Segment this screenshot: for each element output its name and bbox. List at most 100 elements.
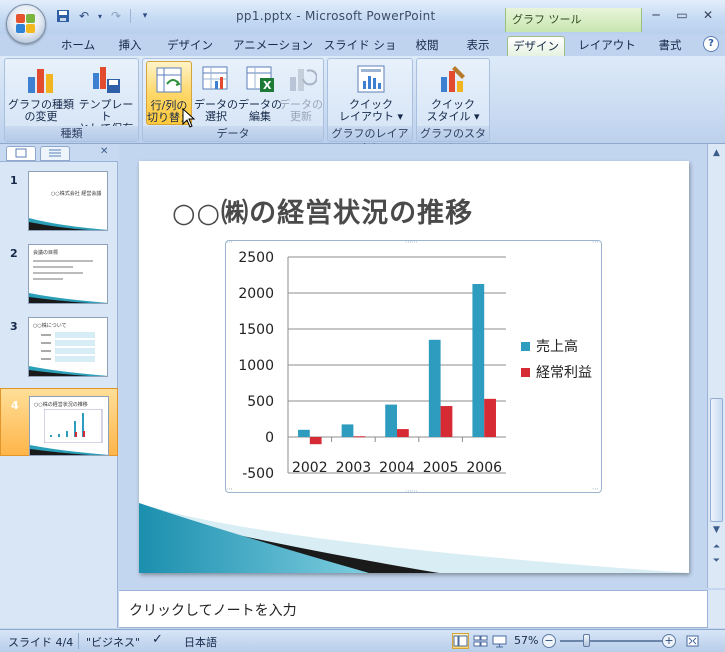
notes-pane[interactable]: クリックしてノートを入力 <box>119 590 707 628</box>
scroll-down-icon[interactable]: ▼ <box>711 525 722 536</box>
bar-chart[interactable]: 2500 2000 1500 1000 500 0 -500 2002 2003 2004 2005… <box>226 241 603 494</box>
y-tick-label: 500 <box>247 394 274 410</box>
mouse-cursor-icon <box>182 108 196 128</box>
slide-title[interactable]: ○○㈱の経営状況の推移 <box>172 191 473 230</box>
bar <box>309 437 322 445</box>
bar <box>353 436 366 438</box>
tab-chart-format[interactable]: 書式 <box>648 36 692 56</box>
x-tick-label: 2003 <box>336 460 372 476</box>
legend-swatch <box>521 368 530 377</box>
bar <box>298 429 310 437</box>
x-tick-label: 2005 <box>423 460 459 476</box>
slide-sorter-icon[interactable] <box>472 633 489 649</box>
normal-view-icon[interactable] <box>452 633 469 649</box>
group-chart-style: クイック スタイル ▾ グラフのスタイル <box>416 58 490 155</box>
quick-style-icon <box>437 63 469 95</box>
resize-handle[interactable]: ⋯ <box>226 239 233 246</box>
y-tick-label: 0 <box>265 430 274 446</box>
resize-handle[interactable]: ⋯⋯ <box>405 239 418 246</box>
save-icon[interactable] <box>54 8 72 24</box>
fit-to-window-icon[interactable] <box>684 633 701 649</box>
save-template-button[interactable]: テンプレート として保存 <box>75 61 137 135</box>
select-data-icon <box>200 63 232 95</box>
office-button[interactable] <box>6 4 46 44</box>
y-tick-label: 1500 <box>238 322 274 338</box>
zoom-slider[interactable] <box>560 640 664 642</box>
quick-style-button[interactable]: クイック スタイル ▾ <box>420 61 486 125</box>
tab-slideshow[interactable]: スライド ショー <box>318 36 402 70</box>
tab-review[interactable]: 校閲 <box>407 36 447 56</box>
refresh-data-button: データの 更新 <box>278 61 324 125</box>
tab-home[interactable]: ホーム <box>52 36 104 56</box>
slide-counter: スライド 4/4 <box>8 636 74 649</box>
vertical-scrollbar[interactable]: ▲ ▼ ⏶ ⏷ <box>707 144 725 588</box>
slides-tab[interactable] <box>6 146 36 161</box>
bar <box>397 429 409 437</box>
zoom-slider-knob[interactable] <box>583 634 590 647</box>
group-data: 行/列の 切り替え データの 選択 X データの 編集 データの 更新 データ <box>142 58 324 142</box>
maximize-icon[interactable]: ▭ <box>671 6 693 24</box>
bar <box>440 406 453 437</box>
undo-dropdown-icon[interactable]: ▾ <box>96 8 104 24</box>
bar <box>385 404 397 437</box>
edit-data-icon: X <box>244 63 276 95</box>
next-slide-icon[interactable]: ⏷ <box>711 556 722 567</box>
scroll-up-icon[interactable]: ▲ <box>711 148 722 159</box>
resize-handle[interactable]: ⋯ <box>592 486 599 493</box>
status-bar: スライド 4/4 "ビジネス" ✓ 日本語 57% − + <box>0 629 725 652</box>
customize-qat-icon[interactable]: ▾ <box>136 8 154 24</box>
y-tick-label: 2500 <box>238 250 274 266</box>
chart-tools-context: グラフ ツール <box>505 8 642 32</box>
change-chart-type-icon <box>25 63 57 95</box>
minimize-icon[interactable]: ─ <box>645 6 667 24</box>
help-icon[interactable]: ? <box>703 36 719 52</box>
zoom-out-icon[interactable]: − <box>542 634 556 648</box>
legend-swatch <box>521 342 530 351</box>
slide-decoration-wave <box>139 503 689 573</box>
y-tick-label: 1000 <box>238 358 274 374</box>
bar <box>341 424 354 437</box>
tab-animation[interactable]: アニメーション <box>228 36 318 56</box>
close-icon[interactable]: ✕ <box>697 6 719 24</box>
change-chart-type-button[interactable]: グラフの種類 の変更 <box>8 61 74 125</box>
resize-handle[interactable]: ⋯ <box>592 239 599 246</box>
quick-access-toolbar: ↶ ▾ ↷ ▾ <box>54 8 154 24</box>
tab-chart-layout[interactable]: レイアウト <box>572 36 642 56</box>
select-data-button[interactable]: データの 選択 <box>193 61 239 125</box>
slide-thumbnail[interactable]: 3 ○○株について <box>0 310 118 377</box>
x-tick-label: 2002 <box>292 460 328 476</box>
y-tick-label: 2000 <box>238 286 274 302</box>
quick-layout-icon <box>355 63 387 95</box>
x-tick-label: 2006 <box>466 460 502 476</box>
slide-thumbnail[interactable]: 2 会議の目標 <box>0 237 118 304</box>
redo-icon[interactable]: ↷ <box>107 8 125 24</box>
bar <box>428 339 441 437</box>
resize-handle[interactable]: ⋯ <box>226 486 233 493</box>
slide-thumbnail-selected[interactable]: 4 ○○株の経営状況の推移 <box>0 388 118 456</box>
language-label[interactable]: 日本語 <box>184 634 217 650</box>
resize-handle[interactable]: ⋯⋯ <box>405 488 418 495</box>
slide-thumbnail[interactable]: 1 ○○株式会社 経営会議 <box>0 164 118 231</box>
y-tick-label: -500 <box>242 466 274 482</box>
tab-view[interactable]: 表示 <box>456 36 500 56</box>
zoom-level[interactable]: 57% <box>514 634 538 647</box>
scroll-thumb[interactable] <box>710 398 723 522</box>
tab-design[interactable]: デザイン <box>162 36 218 56</box>
ribbon: グラフの種類 の変更 テンプレート として保存 種類 行/列の 切り替え データ… <box>0 56 725 155</box>
chart-frame[interactable]: 2500 2000 1500 1000 500 0 -500 2002 2003 2004 2005… <box>225 240 602 493</box>
slideshow-view-icon[interactable] <box>491 633 508 649</box>
bar <box>472 284 485 437</box>
quick-layout-button[interactable]: クイック レイアウト ▾ <box>336 61 406 125</box>
zoom-in-icon[interactable]: + <box>662 634 676 648</box>
notes-scrollbar[interactable] <box>707 590 725 628</box>
edit-data-button[interactable]: X データの 編集 <box>236 61 284 125</box>
previous-slide-icon[interactable]: ⏶ <box>711 542 722 553</box>
refresh-data-icon <box>285 63 318 95</box>
spellcheck-icon[interactable]: ✓ <box>152 632 163 647</box>
tab-chart-design[interactable]: デザイン <box>507 36 565 56</box>
undo-icon[interactable]: ↶ <box>75 8 93 24</box>
tab-insert[interactable]: 挿入 <box>110 36 150 56</box>
outline-tab[interactable] <box>40 146 70 161</box>
theme-name: "ビジネス" <box>86 636 141 649</box>
close-pane-icon[interactable]: ✕ <box>100 146 108 157</box>
